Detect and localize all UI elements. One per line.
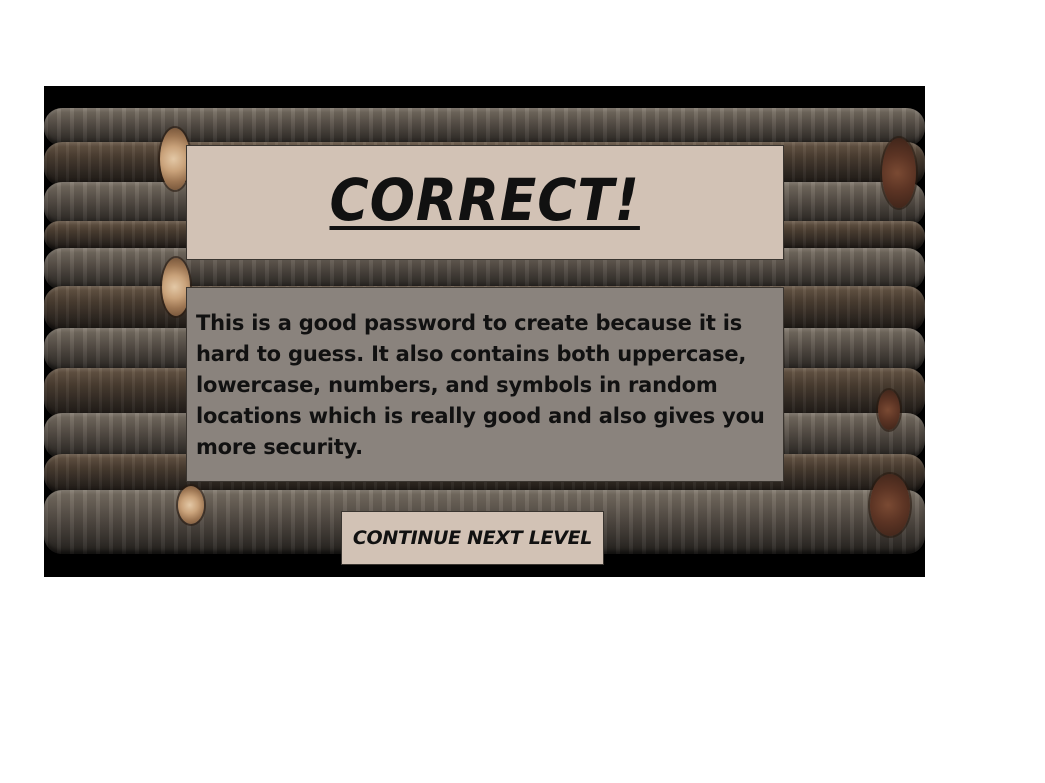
result-heading-panel: CORRECT! xyxy=(186,145,784,260)
continue-next-level-button[interactable]: CONTINUE NEXT LEVEL xyxy=(341,511,604,565)
log-end xyxy=(178,486,204,524)
game-screen: CORRECT! This is a good password to crea… xyxy=(44,86,925,577)
result-heading: CORRECT! xyxy=(329,165,641,234)
log-end xyxy=(882,138,916,208)
log-end xyxy=(870,474,910,536)
continue-button-label: CONTINUE NEXT LEVEL xyxy=(352,527,593,549)
explanation-text: This is a good password to create becaus… xyxy=(196,311,765,459)
log-wall-background: CORRECT! This is a good password to crea… xyxy=(44,108,925,565)
log-end xyxy=(878,390,900,430)
explanation-panel: This is a good password to create becaus… xyxy=(186,287,784,482)
